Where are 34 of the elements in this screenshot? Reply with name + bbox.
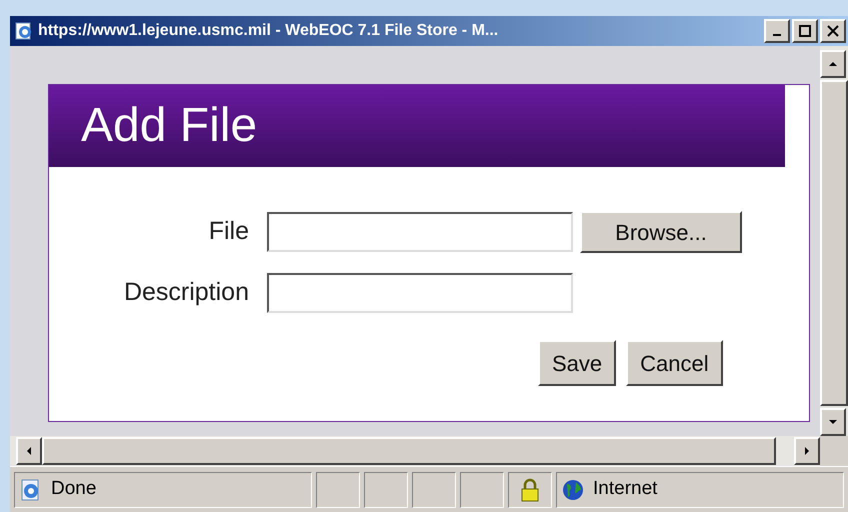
close-button[interactable] (820, 19, 846, 43)
form-heading: Add File (81, 98, 258, 154)
globe-icon (561, 478, 585, 502)
status-panel (364, 472, 408, 508)
scroll-thumb[interactable] (42, 437, 776, 465)
status-panel (316, 472, 360, 508)
description-field[interactable] (267, 273, 573, 313)
maximize-button[interactable] (792, 19, 818, 43)
lock-icon (520, 478, 540, 502)
minimize-button[interactable] (764, 19, 790, 43)
field-label: File (208, 216, 250, 248)
file-field[interactable] (267, 212, 573, 252)
close-icon (827, 25, 839, 37)
scroll-up-button[interactable] (820, 50, 846, 78)
scroll-right-button[interactable] (794, 437, 820, 465)
zone-text: Internet (593, 477, 658, 502)
maximize-icon (799, 25, 811, 37)
minimize-icon (773, 34, 781, 36)
status-panel (460, 472, 504, 508)
window-title: https://www1.lejeune.usmc.mil - WebEOC 7.1 File Store - M... (38, 21, 500, 41)
cancel-button[interactable]: Cancel (626, 340, 723, 386)
arrow-icon (829, 420, 837, 424)
arrow-icon (27, 447, 31, 455)
save-button[interactable]: Save (538, 340, 616, 386)
scroll-down-button[interactable] (820, 408, 846, 436)
browse-button[interactable]: Browse... (580, 211, 742, 253)
arrow-icon (805, 447, 809, 455)
status-text: Done (51, 477, 96, 502)
scroll-thumb[interactable] (820, 80, 848, 406)
status-panel (412, 472, 456, 508)
arrow-icon (829, 62, 837, 66)
browser-icon (14, 21, 34, 41)
scroll-left-button[interactable] (16, 437, 42, 465)
field-label: Description (122, 277, 250, 308)
